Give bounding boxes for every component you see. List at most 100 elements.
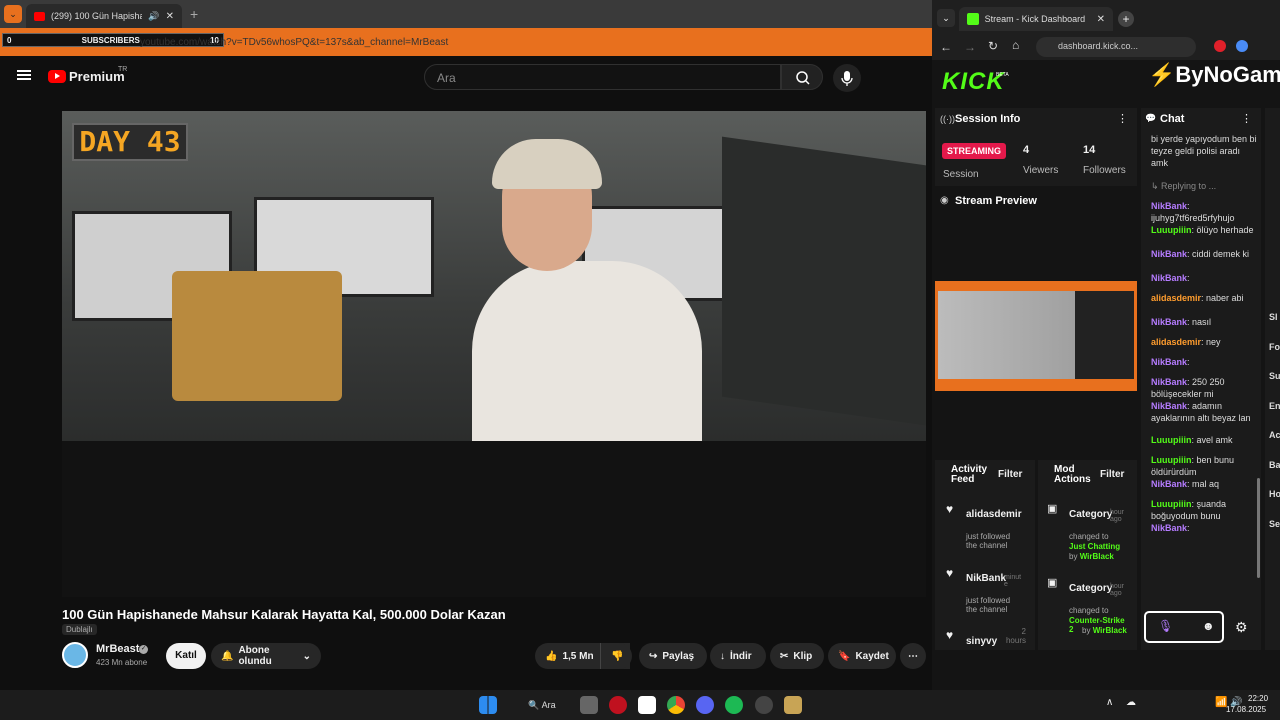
chat-settings-icon[interactable]: ⚙	[1235, 619, 1248, 636]
search-input[interactable]: Ara	[424, 64, 781, 90]
chat-username[interactable]: NikBank	[1151, 401, 1187, 411]
chat-username[interactable]: NikBank	[1151, 249, 1187, 259]
extension-icon[interactable]	[1214, 40, 1226, 52]
side-menu-item[interactable]: Fo	[1269, 342, 1280, 352]
chat-text: : avel amk	[1191, 435, 1233, 445]
home-icon[interactable]: ⌂	[1012, 38, 1019, 52]
chat-message: Luuupiiin: avel amk	[1151, 434, 1259, 446]
subscribed-button[interactable]: 🔔 Abone olundu ⌄	[211, 643, 321, 669]
windows-start-icon[interactable]	[479, 696, 497, 714]
side-menu-item[interactable]: Se	[1269, 519, 1280, 529]
chat-username[interactable]: Luuupiiin	[1151, 499, 1192, 509]
clock-time[interactable]: 22:20	[1248, 694, 1268, 703]
chat-username[interactable]: NikBank	[1151, 317, 1187, 327]
side-menu-item[interactable]: Su	[1269, 371, 1280, 381]
side-menu-item[interactable]: En	[1269, 401, 1280, 411]
forward-icon[interactable]: →	[964, 40, 976, 54]
chat-message: NikBank: mal aq	[1151, 478, 1259, 490]
dislike-button[interactable]: 👎	[600, 643, 632, 669]
taskbar-search[interactable]: 🔍 Ara	[516, 696, 568, 714]
chrome-icon[interactable]	[667, 696, 685, 714]
chat-username[interactable]: alidasdemir	[1151, 293, 1201, 303]
app-icon[interactable]	[755, 696, 773, 714]
chat-text: : ciddi demek ki	[1187, 249, 1250, 259]
more-actions-button[interactable]: ⋯	[900, 643, 926, 669]
tab-close-icon[interactable]: ✕	[166, 11, 174, 22]
activity-text-1: just followed the channel	[966, 532, 1011, 550]
game-icon[interactable]	[784, 696, 802, 714]
discord-icon[interactable]	[696, 696, 714, 714]
session-menu-icon[interactable]: ⋮	[1117, 112, 1128, 125]
emoji-icon[interactable]: ☻	[1202, 619, 1215, 633]
chat-input[interactable]: 🎙 ☻	[1144, 611, 1224, 643]
opera-icon[interactable]	[609, 696, 627, 714]
dubbed-badge: Dublajlı	[62, 624, 97, 635]
kick-tab-close-icon[interactable]: ✕	[1097, 14, 1105, 25]
video-player[interactable]: DAY 43	[62, 111, 926, 597]
kick-url[interactable]: dashboard.kick.co...	[1036, 37, 1196, 57]
kick-tab-bar: ⌄ Stream - Kick Dashboard ✕ +	[932, 0, 1280, 35]
chat-username[interactable]: NikBank	[1151, 523, 1187, 533]
voice-search-button[interactable]	[833, 64, 861, 92]
left-tab-bar: ⌄ (299) 100 Gün Hapishanede 🔊 ✕ +	[0, 0, 932, 28]
tab-youtube[interactable]: (299) 100 Gün Hapishanede 🔊 ✕	[26, 4, 182, 28]
chat-message: Luuupiiin: ben bunu öldürürdüm	[1151, 454, 1259, 478]
save-button[interactable]: 🔖 Kaydet	[828, 643, 896, 669]
chat-username[interactable]: Luuupiiin	[1151, 455, 1192, 465]
video-desk	[62, 441, 926, 597]
reload-icon[interactable]: ↻	[988, 39, 998, 53]
search-button[interactable]	[781, 64, 823, 90]
new-tab-icon[interactable]: +	[190, 6, 198, 22]
side-menu-item[interactable]: Ho	[1269, 489, 1280, 499]
clock-date[interactable]: 17.08.2025	[1226, 705, 1266, 714]
back-icon[interactable]: ←	[940, 40, 952, 54]
chat-message: alidasdemir: ney	[1151, 336, 1259, 348]
download-button[interactable]: ↓ İndir	[710, 643, 766, 669]
hamburger-icon[interactable]	[17, 70, 31, 80]
chat-username[interactable]: NikBank	[1151, 273, 1187, 283]
url-text[interactable]: youtube.com/watch?v=TDv56whosPQ&t=137s&a…	[140, 37, 448, 48]
chat-username[interactable]: alidasdemir	[1151, 337, 1201, 347]
channel-name[interactable]: MrBeast	[96, 643, 139, 655]
chat-username[interactable]: Luuupiiin	[1151, 225, 1192, 235]
share-button[interactable]: ↪ Paylaş	[639, 643, 707, 669]
youtube-logo-icon[interactable]	[48, 70, 66, 83]
side-menu-item[interactable]: Sl	[1269, 312, 1278, 322]
channel-avatar[interactable]	[62, 642, 88, 668]
activity-filter[interactable]: Filter	[998, 469, 1022, 480]
capcut-icon[interactable]	[638, 696, 656, 714]
chat-menu-icon[interactable]: ⋮	[1241, 112, 1252, 125]
heart-icon: ♥	[946, 628, 954, 642]
tab-menu-button[interactable]: ⌄	[4, 5, 22, 23]
profile-icon[interactable]	[1236, 40, 1248, 52]
chat-message: Luuupiiin: şuanda boğuyodum bunu	[1151, 498, 1259, 522]
chat-scrollbar[interactable]	[1257, 478, 1260, 578]
task-view-icon[interactable]	[580, 696, 598, 714]
session-title: Session Info	[955, 113, 1021, 125]
chat-username[interactable]: Luuupiiin	[1151, 435, 1192, 445]
heart-icon: ♥	[946, 566, 954, 580]
stream-preview[interactable]	[935, 281, 1137, 391]
mod-time-1: hour ago	[1110, 509, 1125, 523]
chat-username[interactable]: NikBank	[1151, 201, 1187, 211]
kick-tab-menu-button[interactable]: ⌄	[937, 9, 955, 27]
tray-chevron-icon[interactable]: ∧	[1106, 697, 1113, 708]
side-menu-item[interactable]: Ac	[1269, 430, 1280, 440]
viewers-count: 4	[1023, 144, 1030, 156]
tab-kick[interactable]: Stream - Kick Dashboard ✕	[959, 7, 1113, 31]
clip-button[interactable]: ✂ Klip	[770, 643, 824, 669]
tab-title: (299) 100 Gün Hapishanede	[50, 11, 143, 21]
side-menu-item[interactable]: Ba	[1269, 460, 1280, 470]
chat-username[interactable]: NikBank	[1151, 479, 1187, 489]
chat-username[interactable]: NikBank	[1151, 377, 1187, 387]
mic-icon[interactable]: 🎙	[1158, 619, 1173, 633]
join-button[interactable]: Katıl	[166, 643, 206, 669]
mod-filter[interactable]: Filter	[1100, 469, 1124, 480]
kick-new-tab-icon[interactable]: +	[1118, 11, 1134, 27]
subscriber-left: 0	[7, 35, 12, 45]
download-label: İndir	[730, 650, 752, 662]
cloud-icon: ☁	[1126, 697, 1136, 708]
chat-username[interactable]: NikBank	[1151, 357, 1187, 367]
mod-prefix-1: changed to	[1069, 532, 1109, 541]
spotify-icon[interactable]	[725, 696, 743, 714]
